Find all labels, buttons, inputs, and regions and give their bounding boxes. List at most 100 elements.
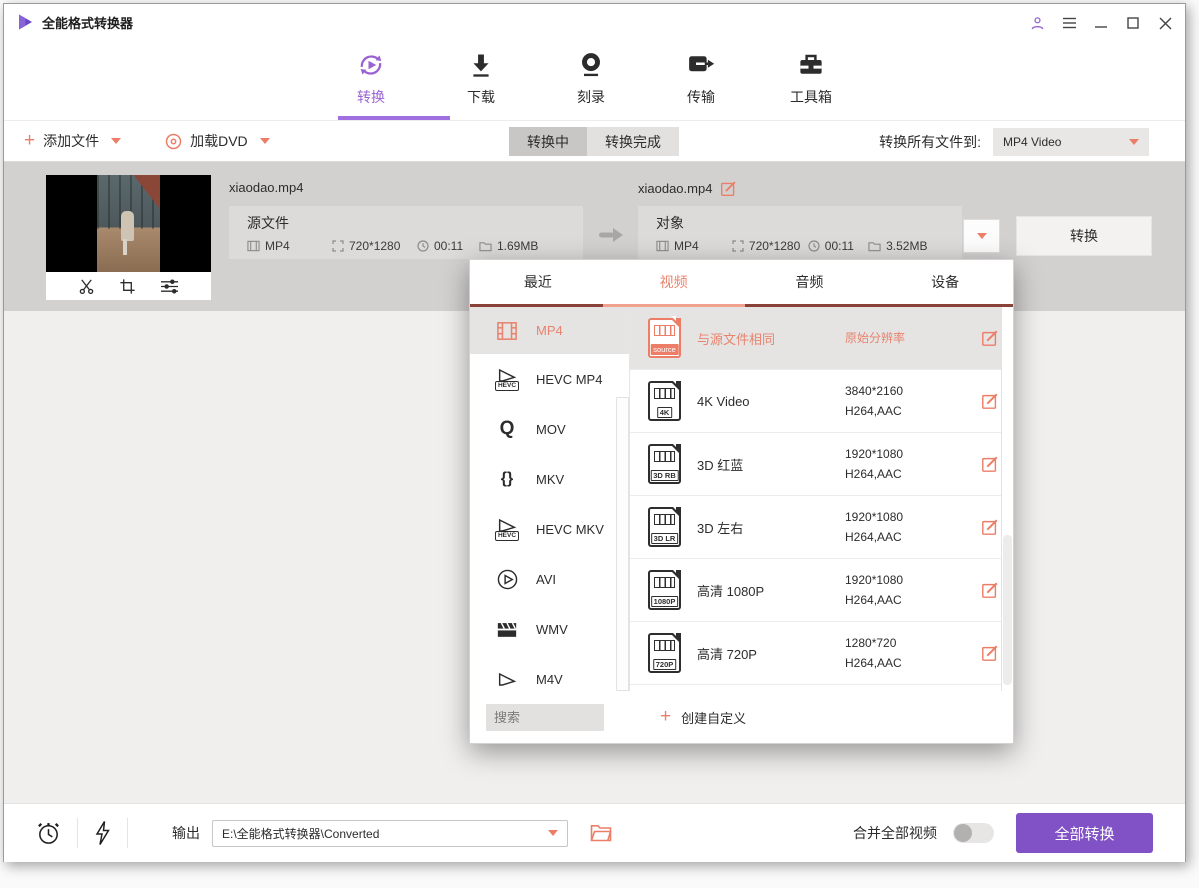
user-account-icon[interactable] [1029, 15, 1045, 31]
crop-icon[interactable] [119, 278, 136, 295]
menu-icon[interactable] [1061, 15, 1077, 31]
edit-preset-icon[interactable] [981, 392, 999, 410]
convert-direction-arrow-icon [598, 226, 624, 244]
format-item-hevc-mkv[interactable]: HEVC HEVC MKV [470, 504, 629, 554]
format-label: HEVC MKV [536, 522, 604, 537]
preset-hd-1080p[interactable]: 1080P 高清 1080P 1920*1080H264,AAC [630, 559, 1013, 622]
transfer-icon [686, 50, 716, 80]
convert-state-tabs: 转换中 转换完成 [509, 127, 679, 156]
format-item-mp4[interactable]: MP4 [470, 307, 629, 354]
convert-button[interactable]: 转换 [1016, 216, 1152, 256]
rename-edit-icon[interactable] [720, 180, 737, 197]
film-icon [656, 240, 669, 252]
open-folder-icon[interactable] [590, 824, 612, 842]
chevron-down-icon[interactable] [260, 138, 270, 144]
edit-preset-icon[interactable] [981, 518, 999, 536]
tab-recent[interactable]: 最近 [470, 260, 606, 304]
chevron-down-icon [548, 830, 558, 836]
format-category-tabs: 最近 视频 音频 设备 [470, 260, 1013, 307]
tab-video[interactable]: 视频 [606, 260, 742, 304]
output-format-select[interactable]: MP4 Video [993, 128, 1149, 156]
preset-3d-red-blue[interactable]: 3D RB 3D 红蓝 1920*1080H264,AAC [630, 433, 1013, 496]
tab-convert[interactable]: 转换 [334, 40, 408, 116]
output-label: 输出 [172, 823, 200, 843]
target-filename: xiaodao.mp4 [638, 181, 712, 196]
app-title: 全能格式转换器 [42, 13, 133, 32]
add-files-label: 添加文件 [43, 131, 99, 151]
add-files-button[interactable]: + 添加文件 [24, 131, 121, 151]
tab-burn[interactable]: 刻录 [554, 40, 628, 116]
format-item-hevc-mp4[interactable]: HEVC HEVC MP4 [470, 354, 629, 404]
convert-all-button[interactable]: 全部转换 [1016, 813, 1153, 853]
m4v-play-icon [496, 672, 518, 687]
convert-all-label: 转换所有文件到: [879, 132, 981, 152]
dvd-icon [165, 133, 182, 150]
resolution-icon [732, 240, 744, 252]
active-tab-underline [338, 116, 450, 120]
target-duration: 00:11 [825, 239, 854, 253]
tab-toolbox[interactable]: 工具箱 [774, 40, 848, 116]
source-resolution: 720*1280 [349, 239, 400, 253]
convert-icon [356, 50, 386, 80]
merge-videos-toggle[interactable] [953, 823, 994, 843]
hevc-chip-label: HEVC [495, 381, 519, 391]
trim-scissors-icon[interactable] [78, 278, 95, 295]
toolbar: + 添加文件 加载DVD 转换中 转换完成 转换所有文件到: MP4 Video [4, 120, 1185, 162]
edit-preset-icon[interactable] [981, 329, 999, 347]
chevron-down-icon[interactable] [111, 138, 121, 144]
edit-preset-icon[interactable] [981, 644, 999, 662]
source-panel-title: 源文件 [247, 213, 565, 233]
preset-resolution: 1920*1080 [845, 444, 981, 464]
preset-hd-720p[interactable]: 720P 高清 720P 1280*720H264,AAC [630, 622, 1013, 685]
titlebar: 全能格式转换器 [4, 4, 1185, 40]
minimize-icon[interactable] [1093, 15, 1109, 31]
format-item-mkv[interactable]: {} MKV [470, 454, 629, 504]
edit-preset-icon[interactable] [981, 581, 999, 599]
wmv-clapper-icon [496, 620, 518, 639]
chevron-down-icon [1129, 139, 1139, 145]
format-list-scrollbar[interactable] [616, 397, 629, 691]
preset-codec: H264,AAC [845, 527, 981, 547]
effects-sliders-icon[interactable] [160, 278, 179, 295]
source-filename: xiaodao.mp4 [229, 180, 303, 195]
tab-device[interactable]: 设备 [877, 260, 1013, 304]
preset-list-scrollbar[interactable] [1001, 307, 1013, 691]
format-item-m4v[interactable]: M4V [470, 654, 629, 691]
format-label: MKV [536, 472, 564, 487]
create-custom-label: 创建自定义 [681, 708, 746, 727]
popup-footer: + 创建自定义 [470, 691, 1013, 743]
tab-finished[interactable]: 转换完成 [587, 127, 679, 156]
preset-same-as-source[interactable]: source 与源文件相同 原始分辨率 [630, 307, 1013, 370]
video-thumbnail [46, 175, 211, 272]
load-dvd-button[interactable]: 加载DVD [165, 131, 270, 151]
format-label: HEVC MP4 [536, 372, 602, 387]
scrollbar-thumb[interactable] [1003, 535, 1012, 685]
format-item-avi[interactable]: AVI [470, 554, 629, 604]
format-item-mov[interactable]: Q MOV [470, 404, 629, 454]
tab-converting[interactable]: 转换中 [509, 127, 587, 156]
720p-file-icon: 720P [648, 633, 681, 673]
schedule-clock-icon[interactable] [36, 820, 61, 846]
search-input[interactable] [486, 704, 604, 731]
format-item-wmv[interactable]: WMV [470, 604, 629, 654]
output-path-select[interactable]: E:\全能格式转换器\Converted [212, 820, 568, 847]
duration-icon [808, 240, 820, 252]
main-nav: 转换 下载 刻录 传输 [334, 40, 848, 116]
close-icon[interactable] [1157, 15, 1173, 31]
output-path-value: E:\全能格式转换器\Converted [222, 825, 379, 842]
maximize-icon[interactable] [1125, 15, 1141, 31]
tab-audio[interactable]: 音频 [742, 260, 878, 304]
merge-videos-label: 合并全部视频 [853, 823, 937, 843]
create-custom-button[interactable]: + 创建自定义 [660, 708, 746, 727]
merge-videos-control: 合并全部视频 [853, 823, 994, 843]
tab-download[interactable]: 下载 [444, 40, 518, 116]
mp4-icon [496, 321, 518, 341]
edit-preset-icon[interactable] [981, 455, 999, 473]
preset-4k-video[interactable]: 4K 4K Video 3840*2160H264,AAC [630, 370, 1013, 433]
video-thumbnail-card [46, 175, 211, 300]
target-format-dropdown-button[interactable] [963, 219, 1000, 253]
high-speed-icon[interactable] [94, 820, 111, 846]
preset-3d-left-right[interactable]: 3D LR 3D 左右 1920*1080H264,AAC [630, 496, 1013, 559]
tab-transfer[interactable]: 传输 [664, 40, 738, 116]
target-panel-title: 对象 [656, 213, 944, 233]
